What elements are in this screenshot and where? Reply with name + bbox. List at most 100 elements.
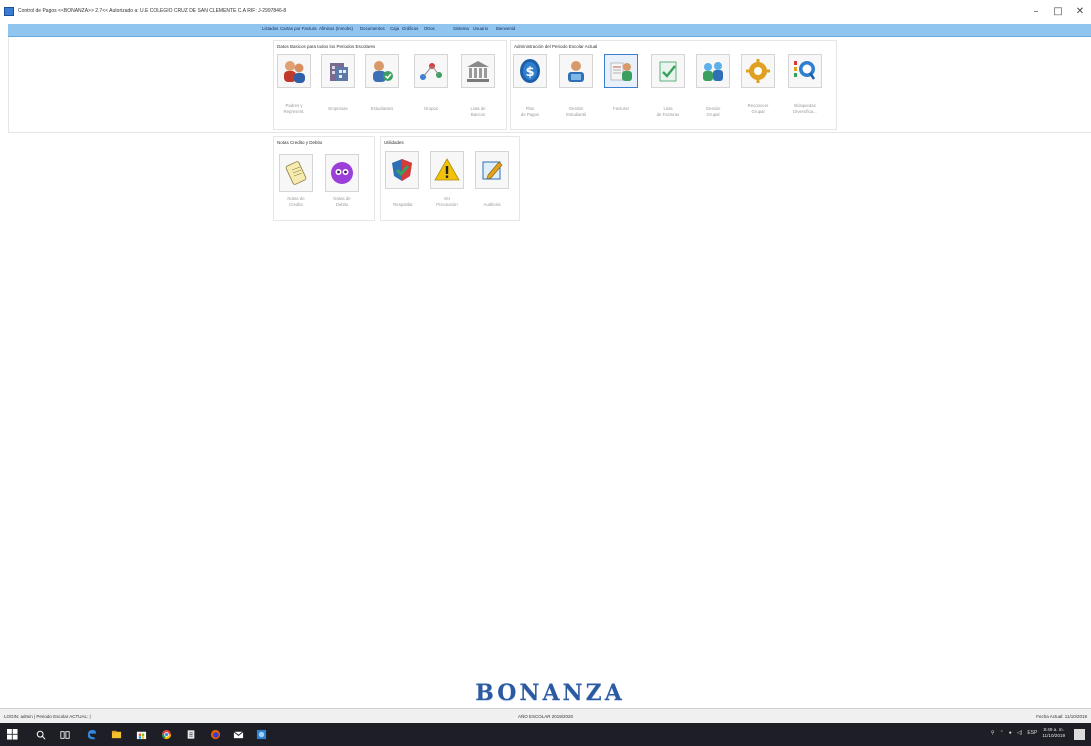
notification-icon[interactable] (1074, 729, 1085, 740)
chrome-icon[interactable] (160, 728, 173, 741)
tile-label-gestion-grupal: Gestión Grupal (705, 106, 721, 117)
tile-respaldar[interactable] (385, 151, 419, 189)
tile-notas-debito[interactable] (325, 154, 359, 192)
tile-busquedas[interactable] (788, 54, 822, 88)
people-icon (284, 61, 305, 83)
group-label-utilidades: Utilidades (384, 140, 404, 145)
bonanza-app-icon[interactable] (255, 728, 268, 741)
app-icon (4, 6, 14, 16)
tile-label-plan-pagos: Plan de Pagos (520, 106, 540, 117)
start-button[interactable] (6, 728, 19, 741)
note-scroll-icon (285, 161, 307, 185)
taskbar-clock[interactable]: 8:49 a. m. 11/10/2019 (1042, 727, 1065, 739)
minimize-button[interactable]: – (1025, 0, 1047, 22)
tile-label-padres: Padres y Represent. (283, 103, 305, 114)
search-icon[interactable] (34, 728, 47, 741)
tile-label-auditoria: Auditoria (483, 202, 501, 207)
group-label-datos-basicos: Datos Basicos para todos los Periodos Es… (277, 44, 376, 49)
search-icon (794, 61, 816, 80)
tile-gestion-estudiantil[interactable] (559, 54, 593, 88)
tile-padres-representantes[interactable] (277, 54, 311, 88)
edge-icon[interactable] (85, 728, 98, 741)
menu-item-listados[interactable]: Listados (262, 26, 278, 31)
menu-item-cartas[interactable]: Cartas por Factura (280, 26, 317, 31)
chevron-up-icon[interactable]: ⌃ (1000, 730, 1004, 736)
tile-gestion-grupal[interactable] (696, 54, 730, 88)
windows-taskbar: ⚲ ⌃ ● ◁) ESP 8:49 a. m. 11/10/2019 (0, 723, 1091, 746)
tile-grupos[interactable] (414, 54, 448, 88)
tile-lista-facturas[interactable] (651, 54, 685, 88)
edit-icon (482, 161, 503, 180)
bank-icon (467, 61, 489, 82)
maximize-button[interactable]: □ (1047, 0, 1069, 22)
group-label-notas: Notas Credito y Debito (277, 140, 323, 145)
window-titlebar: Control de Pagos <<BONANZA>> 2.7<< Autor… (0, 0, 1091, 22)
tile-plan-pagos[interactable]: $ (513, 54, 547, 88)
tile-label-respaldar: Respaldar (393, 202, 413, 207)
gear-icon (746, 59, 770, 83)
tile-label-grupos: Grupos (423, 106, 439, 111)
tile-label-gestion-estudiantil: Gestión Estudiantil (566, 106, 586, 117)
file-explorer-icon[interactable] (110, 728, 123, 741)
store-icon[interactable] (135, 728, 148, 741)
menu-item-caja[interactable]: Caja (390, 26, 399, 31)
task-view-icon[interactable] (58, 728, 71, 741)
status-bar: LOGIN: admin | Periodo Escolar ACTUAL: |… (0, 708, 1091, 723)
warning-icon (434, 158, 460, 181)
menu-bar: Listados Cartas por Factura Afinisos (In… (8, 24, 1091, 37)
tile-label-reconocer-grupal: Reconocer Grupal (747, 103, 769, 114)
tile-auditoria[interactable] (475, 151, 509, 189)
tile-label-notas-debito: Notas de Debito (333, 196, 351, 207)
groups-icon (420, 63, 442, 80)
system-tray: ⚲ ⌃ ● ◁) ESP 8:49 a. m. 11/10/2019 (991, 727, 1065, 739)
tile-label-empresas: Empresas (328, 106, 348, 111)
tile-reconocer-grupal[interactable] (741, 54, 775, 88)
firefox-icon[interactable] (209, 728, 222, 741)
tile-label-bancos: Lista de Bancos (470, 106, 486, 117)
shield-icon (392, 159, 412, 181)
windows-logo-icon (7, 729, 18, 740)
language-indicator[interactable]: ESP (1027, 730, 1037, 736)
menu-item-documentos[interactable]: Documentos (360, 26, 385, 31)
menu-item-afinisos[interactable]: Afinisos (Inmobs) (319, 26, 353, 31)
tile-empresas[interactable] (321, 54, 355, 88)
tile-ver-precaucion[interactable] (430, 151, 464, 189)
menu-item-sistema[interactable]: Sistema (453, 26, 469, 31)
menu-item-otros[interactable]: Otros (424, 26, 435, 31)
people-icon[interactable]: ⚲ (991, 730, 995, 736)
tile-label-busquedas: Búsquedas Diversifica... (793, 103, 817, 114)
student-icon (373, 61, 393, 82)
network-icon[interactable]: ● (1009, 730, 1012, 736)
tile-lista-bancos[interactable] (461, 54, 495, 88)
logo-text: BONANZA (475, 680, 625, 706)
invoice-icon (610, 62, 632, 81)
building-icon (330, 63, 348, 81)
tile-label-estudiantes: Estudiantes (370, 106, 394, 111)
bonanza-logo: BONANZA (436, 680, 664, 706)
clock-date: 11/10/2019 (1042, 733, 1065, 738)
tile-notas-credito[interactable] (279, 154, 313, 192)
invoice-list-icon (659, 61, 677, 82)
window-title: Control de Pagos <<BONANZA>> 2.7<< Autor… (18, 8, 287, 14)
debit-note-icon (331, 162, 353, 184)
tile-estudiantes[interactable] (365, 54, 399, 88)
student-management-icon (568, 61, 584, 82)
group-people-icon (703, 62, 723, 81)
menu-item-usuario[interactable]: Usuario (473, 26, 488, 31)
tile-facturar[interactable] (604, 54, 638, 88)
tile-label-facturar: Facturar (613, 106, 629, 111)
close-button[interactable]: ✕ (1069, 0, 1091, 22)
tile-label-notas-credito: Notas de Credito (287, 196, 305, 207)
tile-label-ver-precaucion: Ver Precaución (436, 196, 458, 207)
status-date: Fecha Actual: 11/10/2019 (1036, 714, 1087, 719)
menu-item-bienvenid[interactable]: Bienvenid (496, 26, 515, 31)
mail-icon[interactable] (232, 728, 245, 741)
status-school-year: AÑO ESCOLAR 2019/2020 (517, 714, 574, 719)
svg-text:$: $ (525, 65, 534, 80)
document-icon[interactable] (184, 728, 197, 741)
dollar-icon: $ (520, 59, 540, 83)
window-controls: – □ ✕ (1025, 0, 1091, 22)
tile-label-lista-facturas: Lista de Facturas (656, 106, 680, 117)
volume-icon[interactable]: ◁) (1017, 730, 1023, 736)
menu-item-graficos[interactable]: Gráficos (402, 26, 418, 31)
